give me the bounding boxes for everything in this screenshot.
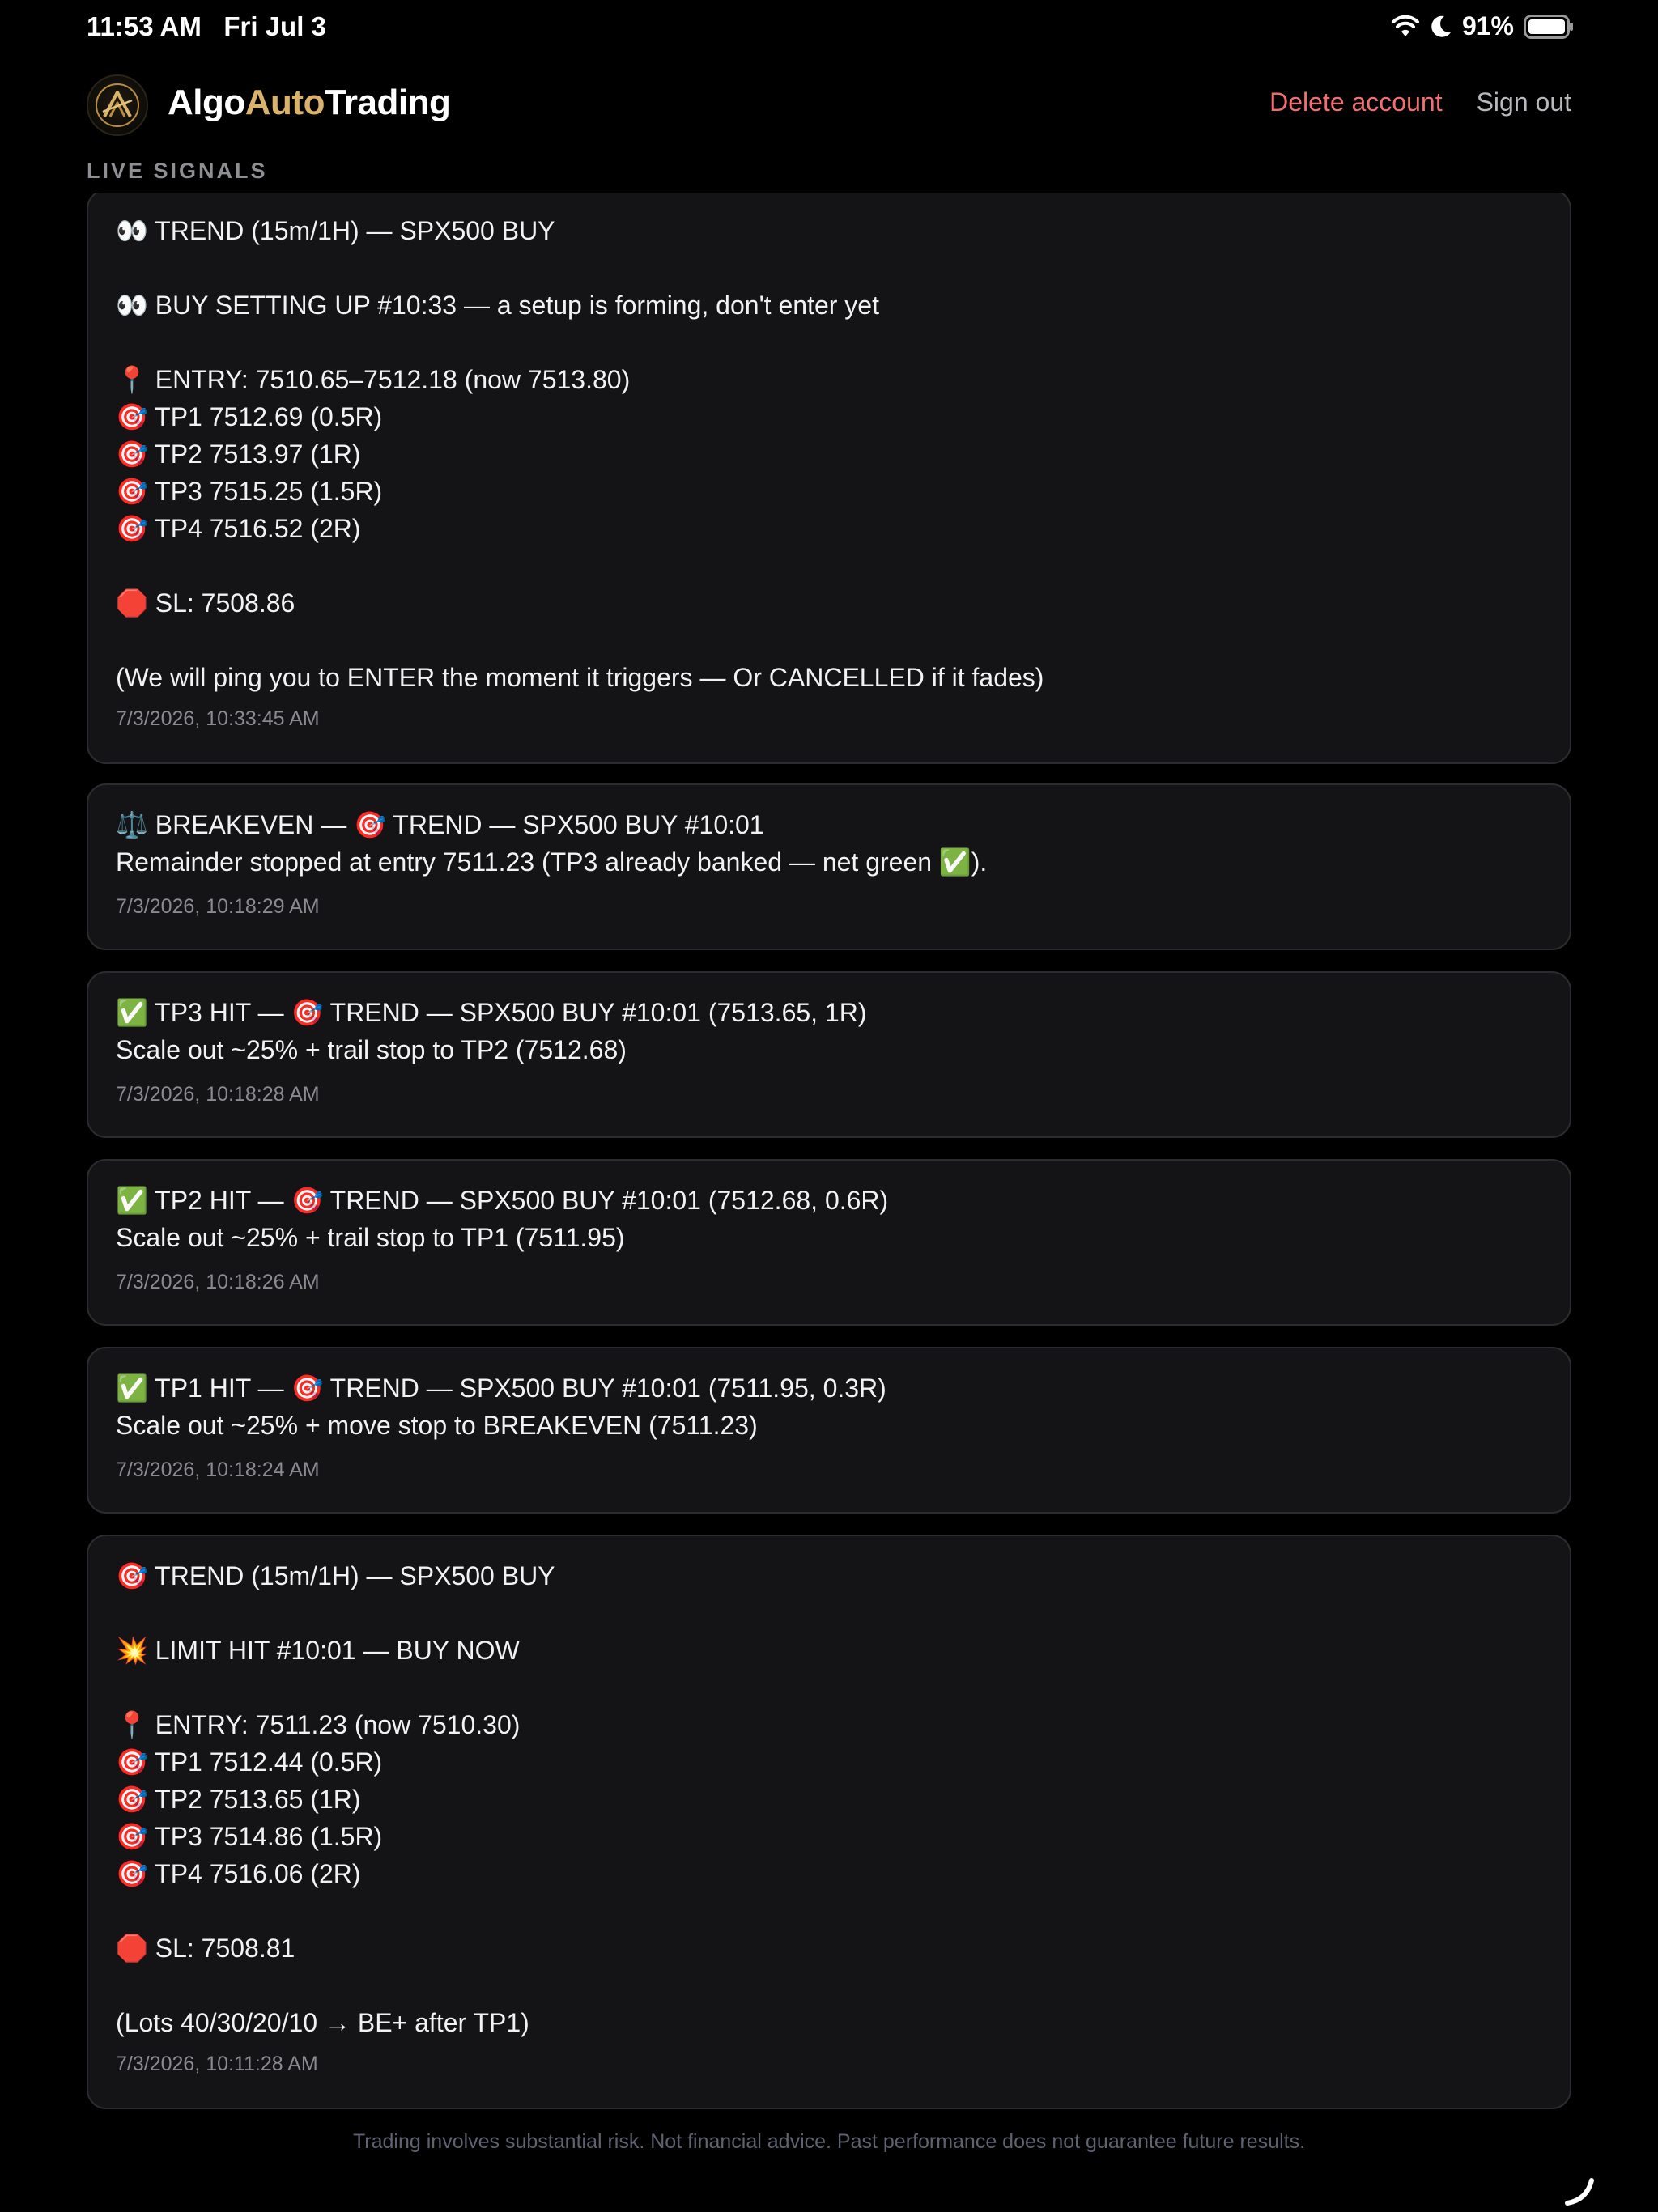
section-label-live-signals: LIVE SIGNALS: [87, 159, 268, 183]
signal-message: 🎯 TREND (15m/1H) — SPX500 BUY 💥 LIMIT HI…: [116, 1561, 555, 2037]
signal-message: ✅ TP1 HIT — 🎯 TREND — SPX500 BUY #10:01 …: [116, 1373, 886, 1440]
signal-message: ✅ TP3 HIT — 🎯 TREND — SPX500 BUY #10:01 …: [116, 998, 867, 1064]
sign-out-button[interactable]: Sign out: [1477, 87, 1571, 117]
brand-logo-icon: [87, 74, 148, 136]
status-time: 11:53 AM Fri Jul 3: [87, 11, 326, 41]
signal-timestamp: 7/3/2026, 10:33:45 AM: [116, 707, 320, 730]
delete-account-button[interactable]: Delete account: [1269, 87, 1442, 117]
status-bar: 11:53 AM Fri Jul 3 91%: [0, 0, 1658, 58]
signal-card: ✅ TP2 HIT — 🎯 TREND — SPX500 BUY #10:01 …: [87, 1159, 1571, 1326]
signal-timestamp: 7/3/2026, 10:18:24 AM: [116, 1458, 320, 1481]
signal-timestamp: 7/3/2026, 10:18:28 AM: [116, 1083, 320, 1106]
app-header: AlgoAutoTrading Delete account Sign out: [87, 74, 1571, 136]
moon-icon: [1430, 15, 1452, 39]
signal-message: ⚖️ BREAKEVEN — 🎯 TREND — SPX500 BUY #10:…: [116, 810, 988, 877]
signal-timestamp: 7/3/2026, 10:18:26 AM: [116, 1271, 320, 1293]
signal-message: 👀 TREND (15m/1H) — SPX500 BUY 👀 BUY SETT…: [116, 216, 1044, 692]
signal-card: 👀 TREND (15m/1H) — SPX500 BUY 👀 BUY SETT…: [87, 193, 1571, 764]
signal-timestamp: 7/3/2026, 10:18:29 AM: [116, 895, 320, 918]
resize-handle-icon[interactable]: [1564, 2176, 1596, 2212]
signals-feed[interactable]: 👀 TREND (15m/1H) — SPX500 BUY 👀 BUY SETT…: [87, 193, 1571, 2109]
signal-card: ⚖️ BREAKEVEN — 🎯 TREND — SPX500 BUY #10:…: [87, 783, 1571, 950]
status-icons: 91%: [1391, 11, 1574, 41]
battery-percent: 91%: [1461, 11, 1514, 40]
signal-timestamp: 7/3/2026, 10:11:28 AM: [116, 2053, 318, 2075]
signal-card: ✅ TP3 HIT — 🎯 TREND — SPX500 BUY #10:01 …: [87, 971, 1571, 1138]
risk-disclaimer: Trading involves substantial risk. Not f…: [352, 2130, 1306, 2153]
header-actions: Delete account Sign out: [1269, 87, 1571, 117]
wifi-icon: [1391, 15, 1420, 38]
brand-part-trading: Trading: [324, 83, 451, 122]
signal-message: ✅ TP2 HIT — 🎯 TREND — SPX500 BUY #10:01 …: [116, 1186, 889, 1252]
battery-icon: [1524, 14, 1574, 39]
signal-card: ✅ TP1 HIT — 🎯 TREND — SPX500 BUY #10:01 …: [87, 1347, 1571, 1514]
brand-part-auto: Auto: [244, 83, 325, 122]
brand-title: AlgoAutoTrading: [168, 83, 451, 123]
signal-card: 🎯 TREND (15m/1H) — SPX500 BUY 💥 LIMIT HI…: [87, 1535, 1571, 2109]
brand-part-algo: Algo: [168, 83, 245, 122]
